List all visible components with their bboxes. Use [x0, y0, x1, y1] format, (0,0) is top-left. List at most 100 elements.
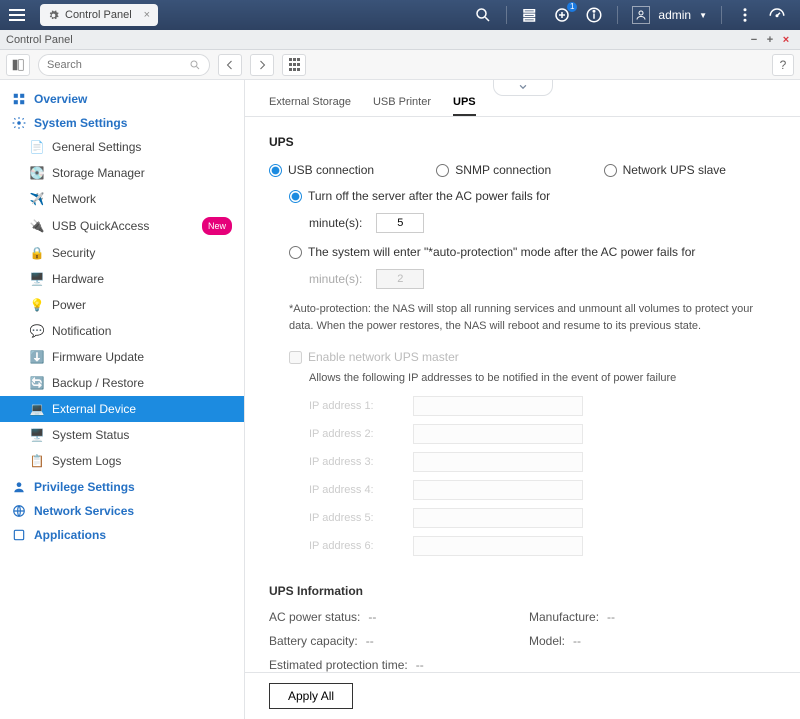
- caret-down-icon: ▼: [699, 11, 707, 20]
- avatar-icon: [632, 6, 650, 24]
- minutes-label-2: minute(s):: [309, 272, 362, 286]
- forward-button[interactable]: [250, 54, 274, 76]
- battery-label: Battery capacity:: [269, 634, 358, 648]
- radio-turnoff-server[interactable]: Turn off the server after the AC power f…: [289, 189, 776, 203]
- ups-information: UPS Information AC power status:-- Manuf…: [269, 584, 776, 672]
- maximize-button[interactable]: +: [762, 32, 778, 48]
- help-button[interactable]: ?: [772, 54, 794, 76]
- back-button[interactable]: [218, 54, 242, 76]
- sidebar-item-hardware[interactable]: 🖥️ Hardware: [0, 266, 244, 292]
- apps-icon: [12, 528, 26, 542]
- sidebar-item-network[interactable]: ✈️ Network: [0, 186, 244, 212]
- search-input-icon: [189, 59, 201, 71]
- toolbar: ?: [0, 50, 800, 80]
- model-value: --: [573, 634, 581, 648]
- ip-row-4: IP address 4:: [309, 480, 776, 500]
- backup-icon: 🔄: [30, 376, 44, 390]
- ac-power-value: --: [368, 610, 376, 624]
- dashboard-icon[interactable]: [768, 6, 786, 24]
- app-tab-control-panel[interactable]: Control Panel ×: [40, 4, 158, 26]
- sidebar-network-services[interactable]: Network Services: [0, 498, 244, 522]
- external-device-icon: 💻: [30, 402, 44, 416]
- ip-input-5: [413, 508, 583, 528]
- sidebar-privilege[interactable]: Privilege Settings: [0, 474, 244, 498]
- user-icon: [12, 480, 26, 494]
- expand-notch[interactable]: [493, 80, 553, 96]
- minutes-input[interactable]: [376, 213, 424, 233]
- ip-row-2: IP address 2:: [309, 424, 776, 444]
- allow-ip-desc: Allows the following IP addresses to be …: [309, 372, 776, 384]
- hardware-icon: 🖥️: [30, 272, 44, 286]
- ups-heading: UPS: [269, 135, 776, 149]
- radio-auto-protection[interactable]: The system will enter "*auto-protection"…: [289, 245, 776, 259]
- sidebar: Overview System Settings 📄 General Setti…: [0, 80, 245, 719]
- sidebar-item-power[interactable]: 💡 Power: [0, 292, 244, 318]
- radio-network-ups-slave[interactable]: Network UPS slave: [604, 163, 771, 177]
- scroll-content[interactable]: UPS USB connection SNMP connection Netwo…: [245, 117, 800, 672]
- notification-item-icon: 💬: [30, 324, 44, 338]
- ip-input-2: [413, 424, 583, 444]
- tab-external-storage[interactable]: External Storage: [269, 96, 351, 116]
- close-button[interactable]: ×: [778, 32, 794, 48]
- sidebar-item-external-device[interactable]: 💻 External Device: [0, 396, 244, 422]
- user-menu[interactable]: admin ▼: [632, 6, 707, 24]
- user-name: admin: [658, 8, 691, 22]
- app-tab-label: Control Panel: [65, 9, 132, 21]
- sidebar-overview[interactable]: Overview: [0, 86, 244, 110]
- view-toggle-button[interactable]: [6, 54, 30, 76]
- battery-value: --: [366, 634, 374, 648]
- chevron-down-icon: [516, 82, 530, 92]
- ip-input-6: [413, 536, 583, 556]
- ip-input-1: [413, 396, 583, 416]
- info-icon[interactable]: [585, 6, 603, 24]
- grid-view-button[interactable]: [282, 54, 306, 76]
- notifications-icon[interactable]: 1: [553, 6, 571, 24]
- est-value: --: [416, 658, 424, 672]
- sidebar-item-system-logs[interactable]: 📋 System Logs: [0, 448, 244, 474]
- content-area: External Storage USB Printer UPS UPS USB…: [245, 80, 800, 719]
- sidebar-item-usb-quickaccess[interactable]: 🔌 USB QuickAccess New: [0, 212, 244, 240]
- tasks-icon[interactable]: [521, 6, 539, 24]
- minutes-label: minute(s):: [309, 216, 362, 230]
- ip-row-1: IP address 1:: [309, 396, 776, 416]
- radio-usb-connection[interactable]: USB connection: [269, 163, 436, 177]
- sidebar-system-settings[interactable]: System Settings: [0, 110, 244, 134]
- top-header: Control Panel × 1 admin ▼: [0, 0, 800, 30]
- sidebar-item-storage[interactable]: 💽 Storage Manager: [0, 160, 244, 186]
- close-tab-icon[interactable]: ×: [144, 9, 150, 21]
- sidebar-item-backup[interactable]: 🔄 Backup / Restore: [0, 370, 244, 396]
- ac-power-label: AC power status:: [269, 610, 360, 624]
- document-icon: 📄: [30, 140, 44, 154]
- minutes-input-2: [376, 269, 424, 289]
- ip-row-6: IP address 6:: [309, 536, 776, 556]
- sidebar-item-security[interactable]: 🔒 Security: [0, 240, 244, 266]
- apply-all-button[interactable]: Apply All: [269, 683, 353, 709]
- sidebar-item-firmware[interactable]: ⬇️ Firmware Update: [0, 344, 244, 370]
- tab-usb-printer[interactable]: USB Printer: [373, 96, 431, 116]
- window-title: Control Panel: [6, 34, 746, 46]
- search-box[interactable]: [38, 54, 210, 76]
- menu-button[interactable]: [0, 0, 34, 30]
- radio-snmp-connection[interactable]: SNMP connection: [436, 163, 603, 177]
- sidebar-item-system-status[interactable]: 🖥️ System Status: [0, 422, 244, 448]
- sidebar-item-notification[interactable]: 💬 Notification: [0, 318, 244, 344]
- new-badge: New: [202, 217, 232, 235]
- network-icon: ✈️: [30, 192, 44, 206]
- sidebar-applications[interactable]: Applications: [0, 522, 244, 546]
- minimize-button[interactable]: −: [746, 32, 762, 48]
- gear-icon: [48, 10, 59, 21]
- search-input[interactable]: [47, 59, 189, 71]
- ip-row-3: IP address 3:: [309, 452, 776, 472]
- sidebar-item-general[interactable]: 📄 General Settings: [0, 134, 244, 160]
- settings-icon: [12, 116, 26, 130]
- status-icon: 🖥️: [30, 428, 44, 442]
- storage-icon: 💽: [30, 166, 44, 180]
- ip-input-4: [413, 480, 583, 500]
- power-icon: 💡: [30, 298, 44, 312]
- overview-icon: [12, 92, 26, 106]
- more-icon[interactable]: [736, 6, 754, 24]
- enable-master-checkbox[interactable]: Enable network UPS master: [289, 350, 776, 364]
- footer: Apply All: [245, 672, 800, 719]
- tab-ups[interactable]: UPS: [453, 96, 476, 116]
- search-icon[interactable]: [474, 6, 492, 24]
